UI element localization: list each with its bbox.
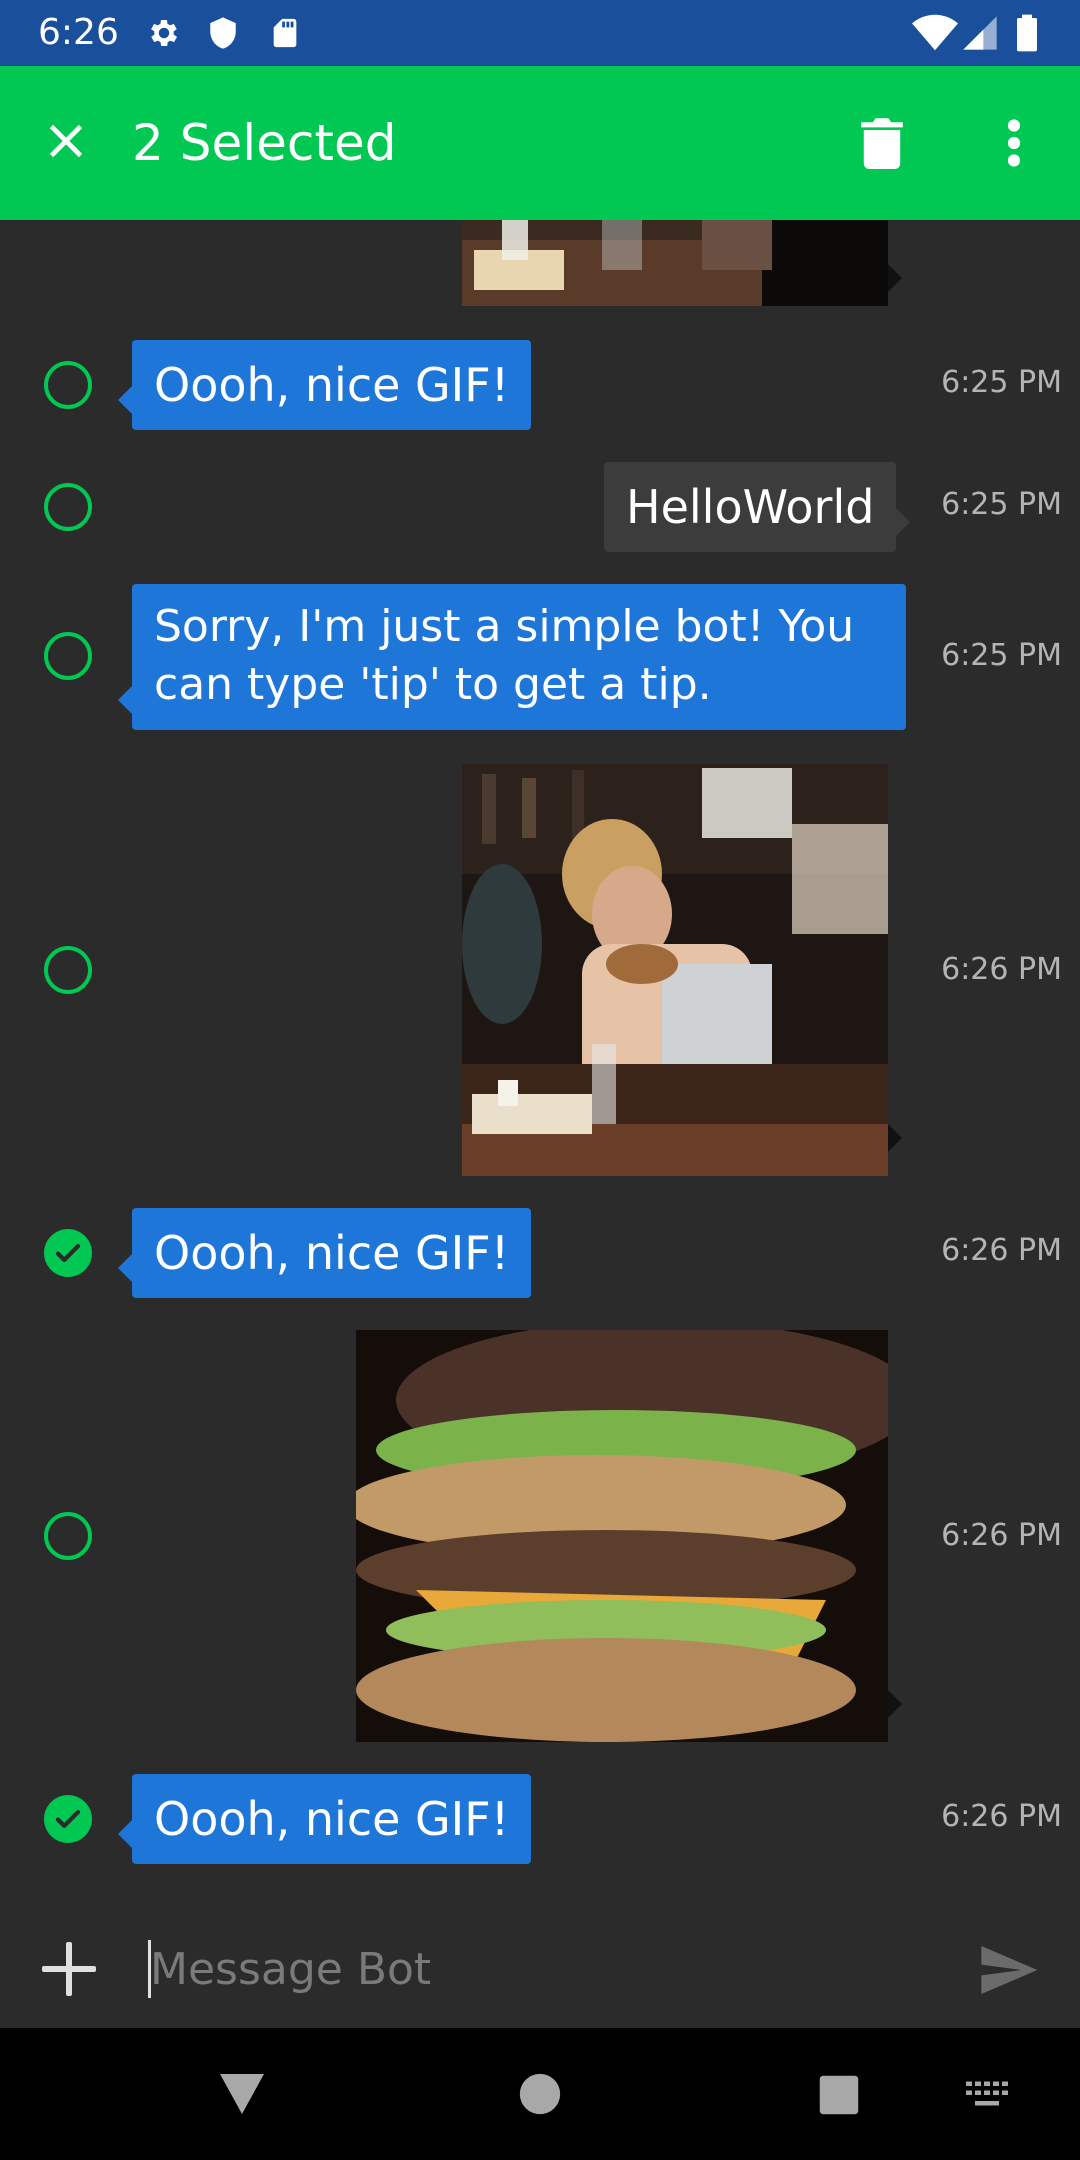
battery-icon (1014, 13, 1040, 57)
sd-card-icon (268, 13, 302, 57)
message-timestamp: 6:26 PM (941, 1233, 1062, 1268)
recents-button[interactable] (818, 2074, 860, 2120)
selected-checkbox-icon[interactable] (44, 1795, 92, 1843)
message-row[interactable]: 6:26 PM (0, 764, 1080, 1176)
bot-message-bubble[interactable]: Oooh, nice GIF! (117, 1774, 532, 1864)
shield-icon (206, 13, 240, 57)
message-timestamp: 6:25 PM (941, 638, 1062, 673)
signal-icon (960, 13, 1000, 57)
selected-checkbox-icon[interactable] (44, 1229, 92, 1277)
message-list[interactable]: Oooh, nice GIF! 6:25 PM HelloWorld 6:25 … (0, 220, 1080, 1910)
system-nav-bar (0, 2028, 1080, 2160)
message-timestamp: 6:26 PM (941, 952, 1062, 987)
status-bar: 6:26 (0, 0, 1080, 66)
message-text: HelloWorld (626, 480, 875, 534)
delete-icon (861, 118, 903, 169)
message-text: Oooh, nice GIF! (154, 1792, 510, 1846)
close-icon (49, 124, 83, 158)
message-timestamp: 6:26 PM (941, 1799, 1062, 1834)
message-input[interactable] (150, 1934, 930, 2004)
bot-message-bubble[interactable]: Sorry, I'm just a simple bot! You can ty… (118, 584, 906, 730)
wifi-icon (912, 13, 958, 57)
bot-message-bubble[interactable]: Oooh, nice GIF! (117, 340, 532, 430)
user-message-bubble[interactable]: HelloWorld (604, 462, 911, 552)
select-checkbox-icon[interactable] (44, 632, 92, 680)
select-checkbox-icon[interactable] (44, 483, 92, 531)
bubble-tail (888, 1690, 902, 1718)
message-timestamp: 6:25 PM (941, 365, 1062, 400)
message-timestamp: 6:26 PM (941, 1518, 1062, 1553)
message-timestamp: 6:25 PM (941, 487, 1062, 522)
delete-button[interactable] (850, 111, 914, 175)
more-options-button[interactable] (990, 111, 1038, 175)
home-circle-icon (519, 2073, 561, 2115)
bubble-tail (888, 1124, 902, 1152)
gif-message-image[interactable] (462, 764, 888, 1176)
bubble-tail (888, 264, 902, 292)
message-row[interactable]: HelloWorld 6:25 PM (0, 462, 1080, 552)
message-row[interactable]: Oooh, nice GIF! 6:26 PM (0, 1208, 1080, 1298)
message-row[interactable]: Oooh, nice GIF! 6:26 PM (0, 1774, 1080, 1864)
select-checkbox-icon[interactable] (44, 361, 92, 409)
gear-icon (146, 13, 182, 57)
selection-action-bar: 2 Selected (0, 66, 1080, 220)
select-checkbox-icon[interactable] (44, 1512, 92, 1560)
message-row[interactable]: 6:26 PM (0, 1330, 1080, 1742)
message-text: Oooh, nice GIF! (154, 358, 510, 412)
send-button[interactable] (976, 1938, 1040, 2002)
recents-square-icon (819, 2075, 859, 2115)
gif-message-image[interactable] (462, 220, 888, 306)
more-vert-icon (1007, 119, 1021, 167)
selection-count-title: 2 Selected (132, 114, 397, 172)
gif-message-image[interactable] (356, 1330, 888, 1742)
keyboard-icon (966, 2081, 1008, 2106)
message-row[interactable]: Sorry, I'm just a simple bot! You can ty… (0, 584, 1080, 730)
message-text: Sorry, I'm just a simple bot! You can ty… (154, 601, 855, 710)
home-button[interactable] (518, 2072, 562, 2120)
back-triangle-icon (220, 2074, 264, 2114)
send-icon (981, 1946, 1038, 1994)
message-row[interactable] (0, 220, 1080, 306)
bot-message-bubble[interactable]: Oooh, nice GIF! (117, 1208, 532, 1298)
keyboard-switch-button[interactable] (964, 2080, 1010, 2114)
close-selection-button[interactable] (34, 109, 98, 173)
select-checkbox-icon[interactable] (44, 946, 92, 994)
message-text: Oooh, nice GIF! (154, 1226, 510, 1280)
add-attachment-button[interactable] (38, 1938, 100, 2000)
message-composer (0, 1910, 1080, 2028)
back-button[interactable] (218, 2072, 266, 2120)
message-row[interactable]: Oooh, nice GIF! 6:25 PM (0, 340, 1080, 430)
status-time: 6:26 (38, 12, 119, 53)
